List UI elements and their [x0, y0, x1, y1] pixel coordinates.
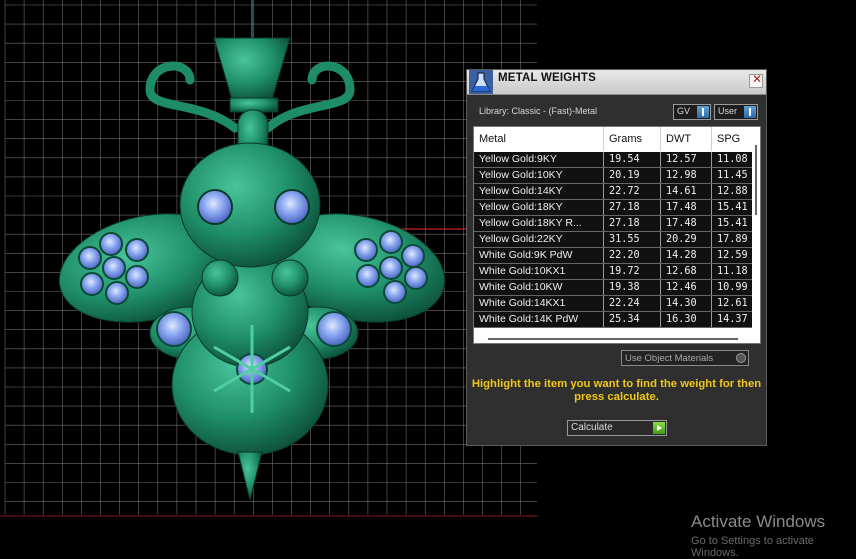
grams-cell: 19.54	[604, 152, 661, 167]
panel-titlebar[interactable]: METAL WEIGHTS ✕	[467, 70, 766, 95]
user-toggle-label: User	[718, 106, 738, 116]
dwt-cell: 12.98	[661, 168, 712, 183]
metal-cell: Yellow Gold:18KY	[474, 200, 604, 215]
grams-cell: 27.18	[604, 200, 661, 215]
grams-cell: 19.72	[604, 264, 661, 279]
spg-cell: 11.45	[717, 170, 748, 181]
dwt-cell: 12.68	[661, 264, 712, 279]
table-row[interactable]: Yellow Gold:18KY R... 27.18 17.48 15.41	[474, 216, 754, 232]
radio-icon	[736, 353, 746, 363]
dwt-cell: 17.48	[661, 216, 712, 231]
dwt-cell: 20.29	[661, 232, 712, 247]
grams-cell: 22.72	[604, 184, 661, 199]
metal-cell: Yellow Gold:22KY	[474, 232, 604, 247]
metal-cell: Yellow Gold:18KY R...	[474, 216, 604, 231]
table-row[interactable]: White Gold:14K PdW 25.34 16.30 14.37	[474, 312, 754, 328]
activate-windows-watermark: Activate Windows	[691, 512, 826, 531]
metal-cell: White Gold:14KX1	[474, 296, 604, 311]
table-row[interactable]: White Gold:9K PdW 22.20 14.28 12.59	[474, 248, 754, 264]
toggle-knob-icon	[697, 106, 709, 118]
table-row[interactable]: Yellow Gold:22KY 31.55 20.29 17.89	[474, 232, 754, 248]
spg-cell: 15.41	[717, 218, 748, 229]
spg-cell: 12.61	[717, 298, 748, 309]
metal-cell: Yellow Gold:9KY	[474, 152, 604, 167]
table-row[interactable]: Yellow Gold:14KY 22.72 14.61 12.88	[474, 184, 754, 200]
metal-cell: White Gold:9K PdW	[474, 248, 604, 263]
metal-cell: White Gold:10KW	[474, 280, 604, 295]
spg-cell: 11.18	[717, 266, 748, 277]
bee-pendant-model[interactable]	[49, 37, 455, 501]
play-arrow-icon	[653, 422, 665, 434]
table-body: Yellow Gold:9KY 19.54 12.57 11.08 Yellow Gol…	[474, 152, 754, 328]
table-header: Metal Grams DWT SPG	[474, 127, 754, 151]
metal-cell: White Gold:10KX1	[474, 264, 604, 279]
dwt-cell: 14.28	[661, 248, 712, 263]
close-icon: ✕	[752, 72, 763, 86]
grams-cell: 31.55	[604, 232, 661, 247]
spg-cell: 15.41	[717, 202, 748, 213]
spg-cell: 11.08	[717, 154, 748, 165]
dwt-cell: 12.46	[661, 280, 712, 295]
spg-cell: 10.99	[717, 282, 748, 293]
metal-cell: Yellow Gold:14KY	[474, 184, 604, 199]
vertical-scroll-thumb[interactable]	[755, 145, 757, 215]
grams-cell: 22.24	[604, 296, 661, 311]
metal-table[interactable]: Metal Grams DWT SPG Yellow Gold:9KY 19.54…	[473, 126, 761, 344]
grams-cell: 27.18	[604, 216, 661, 231]
dwt-cell: 12.57	[661, 152, 712, 167]
spg-cell: 12.88	[717, 186, 748, 197]
column-header-spg[interactable]: SPG	[712, 127, 754, 151]
vertical-scrollbar[interactable]	[752, 127, 760, 343]
horizontal-scrollbar[interactable]	[474, 335, 754, 343]
library-label: Library: Classic - (Fast)-Metal	[479, 106, 598, 116]
metal-weights-panel: METAL WEIGHTS ✕ Library: Classic - (Fast…	[466, 69, 767, 446]
grams-cell: 22.20	[604, 248, 661, 263]
table-row[interactable]: White Gold:14KX1 22.24 14.30 12.61	[474, 296, 754, 312]
dwt-cell: 14.30	[661, 296, 712, 311]
table-row[interactable]: White Gold:10KW 19.38 12.46 10.99	[474, 280, 754, 296]
gv-toggle[interactable]: GV	[673, 104, 711, 120]
close-button[interactable]: ✕	[749, 72, 763, 88]
dwt-cell: 16.30	[661, 312, 712, 327]
grams-cell: 20.19	[604, 168, 661, 183]
gv-toggle-label: GV	[677, 106, 691, 116]
user-toggle[interactable]: User	[714, 104, 758, 120]
panel-title: METAL WEIGHTS	[498, 72, 597, 84]
spg-cell: 14.37	[717, 314, 748, 325]
activate-windows-subtitle: Go to Settings to activate Windows.	[691, 535, 814, 559]
table-row[interactable]: Yellow Gold:10KY 20.19 12.98 11.45	[474, 168, 754, 184]
table-row[interactable]: Yellow Gold:9KY 19.54 12.57 11.08	[474, 152, 754, 168]
flask-icon	[469, 70, 493, 94]
dwt-cell: 17.48	[661, 200, 712, 215]
metal-cell: White Gold:14K PdW	[474, 312, 604, 327]
table-row[interactable]: Yellow Gold:18KY 27.18 17.48 15.41	[474, 200, 754, 216]
grams-cell: 25.34	[604, 312, 661, 327]
grams-cell: 19.38	[604, 280, 661, 295]
instruction-text: Highlight the item you want to find the …	[471, 378, 762, 403]
table-row[interactable]: White Gold:10KX1 19.72 12.68 11.18	[474, 264, 754, 280]
column-header-metal[interactable]: Metal	[474, 127, 604, 151]
spg-cell: 12.59	[717, 250, 748, 261]
calculate-label: Calculate	[571, 422, 613, 433]
dwt-cell: 14.61	[661, 184, 712, 199]
column-header-dwt[interactable]: DWT	[661, 127, 712, 151]
column-header-grams[interactable]: Grams	[604, 127, 661, 151]
use-object-materials-label: Use Object Materials	[625, 353, 714, 364]
toggle-knob-icon	[744, 106, 756, 118]
metal-cell: Yellow Gold:10KY	[474, 168, 604, 183]
use-object-materials-toggle[interactable]: Use Object Materials	[621, 350, 749, 366]
calculate-button[interactable]: Calculate	[567, 420, 667, 436]
spg-cell: 17.89	[717, 234, 748, 245]
horizontal-scroll-thumb[interactable]	[488, 338, 738, 340]
